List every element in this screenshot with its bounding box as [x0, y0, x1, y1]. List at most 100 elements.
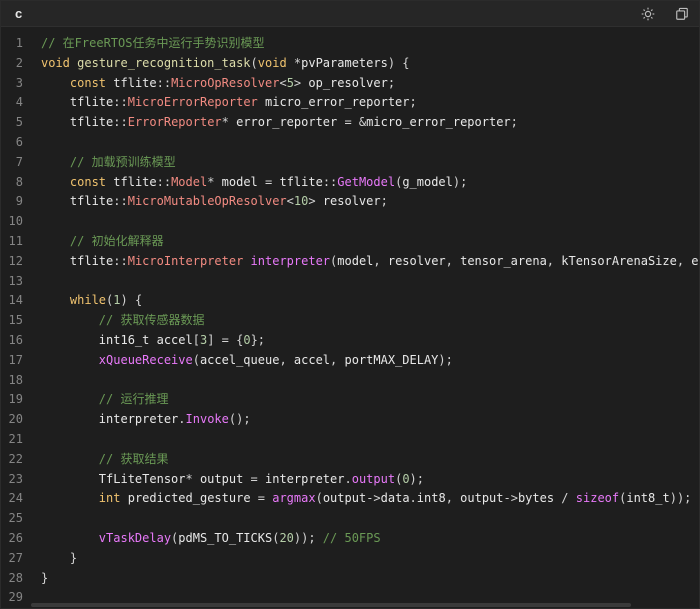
line-number: 5 [15, 115, 23, 130]
code-token: 0 [243, 332, 251, 347]
code-token: interpreter [98, 412, 179, 427]
code-token: . [344, 471, 352, 486]
code-token: :: [156, 174, 172, 189]
code-line: 14 while(1) { [1, 291, 699, 311]
code-token: ) { [387, 55, 410, 70]
code-token: op_resolver [308, 75, 388, 90]
code-token: , [330, 352, 345, 367]
code-token: , [445, 253, 461, 268]
code-token: GetModel [337, 174, 396, 189]
code-token: tflite [279, 174, 323, 189]
code-token: = [257, 174, 280, 189]
code-token: ; [510, 115, 518, 130]
code-token: * [286, 55, 302, 70]
code-line: 11 // 初始化解释器 [1, 232, 699, 252]
code-text: vTaskDelay(pdMS_TO_TICKS(20)); // 50FPS [41, 529, 381, 549]
code-token: -> [503, 491, 518, 506]
code-line: 15 // 获取传感器数据 [1, 311, 699, 331]
code-text: const tflite::Model* model = tflite::Get… [41, 173, 467, 193]
code-token: sizeof [575, 491, 620, 506]
line-number: 11 [8, 233, 23, 248]
code-token: tflite [113, 75, 157, 90]
code-token: 1 [113, 293, 121, 308]
code-token: ] = { [207, 332, 244, 347]
line-number: 24 [8, 491, 23, 506]
code-token: * [207, 174, 222, 189]
code-token: int8 [416, 491, 446, 506]
line-number: 27 [8, 550, 23, 565]
code-token: output [322, 491, 367, 506]
copy-icon[interactable] [673, 5, 691, 23]
code-token: ); [452, 174, 468, 189]
line-number: 28 [8, 570, 23, 585]
code-token: argmax [272, 491, 316, 506]
code-token: ( [315, 491, 323, 506]
code-token: error [691, 253, 699, 268]
line-number: 7 [15, 154, 23, 169]
code-token: accel_queue [199, 352, 280, 367]
line-number: 13 [8, 273, 23, 288]
code-text: tflite::MicroInterpreter interpreter(mod… [41, 252, 699, 272]
code-token: const [69, 174, 107, 189]
code-line: 20 interpreter.Invoke(); [1, 410, 699, 430]
code-token: ; [380, 194, 388, 209]
code-token: 10 [293, 194, 309, 209]
line-number: 22 [8, 451, 23, 466]
code-editor[interactable]: 1 // 在FreeRTOS任务中运行手势识别模型 2 void gesture_re… [1, 27, 699, 608]
horizontal-scrollbar[interactable] [1, 602, 699, 608]
code-text: // 加载预训练模型 [41, 153, 176, 173]
code-token: output [460, 491, 504, 506]
code-line: 25 [1, 509, 699, 529]
code-text: while(1) { [41, 291, 142, 311]
code-line: 13 [1, 272, 699, 292]
code-token: > [293, 75, 309, 90]
code-token: Model [171, 174, 208, 189]
scrollbar-thumb[interactable] [31, 603, 631, 607]
code-line: 19 // 运行推理 [1, 390, 699, 410]
code-token: -> [366, 491, 381, 506]
code-token: portMAX_DELAY [344, 352, 439, 367]
line-number: 26 [8, 530, 23, 545]
code-token: model [221, 174, 258, 189]
code-token: micro_error_reporter [366, 115, 511, 130]
line-number: 21 [8, 431, 23, 446]
code-token: g_model [402, 174, 453, 189]
code-text: } [41, 549, 77, 569]
code-token: < [279, 75, 287, 90]
code-token: / [554, 491, 576, 506]
line-number: 23 [8, 471, 23, 486]
code-text: int16_t accel[3] = {0}; [41, 331, 265, 351]
line-number: 14 [8, 293, 23, 308]
code-token: int8_t [626, 491, 670, 506]
code-token: , [445, 491, 461, 506]
code-token: }; [250, 332, 266, 347]
code-token: Invoke [185, 412, 229, 427]
line-number: 25 [8, 511, 23, 526]
code-line: 5 tflite::ErrorReporter* error_reporter … [1, 113, 699, 133]
code-token: TfLiteTensor [98, 471, 186, 486]
code-token: resolver [387, 253, 446, 268]
code-token: model [337, 253, 374, 268]
code-token: // 初始化解释器 [69, 233, 164, 248]
code-line: 24 int predicted_gesture = argmax(output… [1, 489, 699, 509]
line-number: 6 [15, 134, 23, 149]
code-token: // 50FPS [322, 530, 381, 545]
theme-toggle-icon[interactable] [639, 5, 657, 23]
code-token: tflite [69, 115, 114, 130]
line-number: 1 [15, 36, 23, 50]
code-text: interpreter.Invoke(); [41, 410, 251, 430]
code-token: tflite [113, 174, 157, 189]
code-token: const [69, 75, 107, 90]
